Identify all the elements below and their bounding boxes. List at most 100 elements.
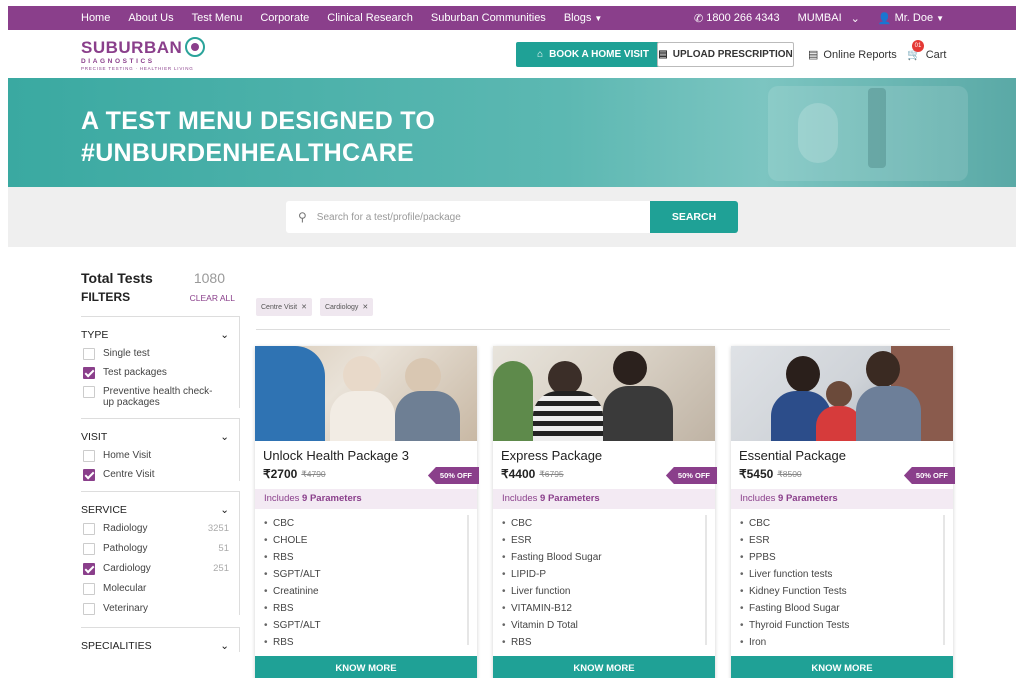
package-card[interactable]: Essential Package ₹5450 ₹8500 50% OFF In… [731, 346, 955, 678]
filter-visit-header[interactable]: VISIT ⌄ [81, 431, 229, 443]
parameter-list: CBC CHOLE RBS SGPT/ALT Creatinine RBS SG… [255, 509, 477, 651]
scrollbar[interactable] [705, 515, 707, 645]
filter-option-preventive[interactable]: Preventive health check-up packages [81, 386, 229, 408]
user-name: Mr. Doe [894, 12, 934, 24]
parameter-item: Liver function tests [740, 566, 943, 583]
phone-link[interactable]: ✆ 1800 266 4343 [694, 12, 780, 25]
filter-specialities-header[interactable]: SPECIALITIES ⌄ [81, 640, 229, 652]
filters-header: FILTERS CLEAR ALL [81, 290, 240, 304]
checkbox[interactable] [83, 603, 95, 615]
parameter-item: SGPT/ALT [264, 566, 467, 583]
package-title[interactable]: Essential Package [731, 441, 953, 463]
parameter-item: RBS [264, 549, 467, 566]
hero-microscope-shape [798, 103, 838, 163]
filter-option-test-packages[interactable]: Test packages [81, 367, 229, 379]
package-title[interactable]: Unlock Health Package 3 [255, 441, 477, 463]
clear-all-link[interactable]: CLEAR ALL [190, 293, 235, 304]
know-more-button[interactable]: KNOW MORE [255, 656, 477, 678]
know-more-button[interactable]: KNOW MORE [493, 656, 715, 678]
total-tests: Total Tests 1080 [81, 270, 240, 286]
nav-about-us[interactable]: About Us [128, 12, 173, 24]
package-card[interactable]: Unlock Health Package 3 ₹2700 ₹4790 50% … [255, 346, 479, 678]
checkbox-checked[interactable] [83, 367, 95, 379]
option-count: 51 [218, 543, 229, 554]
parameter-item: ESR [502, 532, 705, 549]
package-image [493, 346, 715, 441]
filter-option-radiology[interactable]: Radiology 3251 [81, 523, 229, 535]
chip-label: Centre Visit [261, 303, 298, 311]
phone-icon: ✆ [694, 12, 704, 25]
filter-option-veterinary[interactable]: Veterinary [81, 603, 229, 615]
checkbox[interactable] [83, 523, 95, 535]
filter-specialities-label: SPECIALITIES [81, 640, 152, 652]
chip-label: Cardiology [324, 303, 359, 311]
checkbox-checked[interactable] [83, 563, 95, 575]
parameter-item: Thyroid Function Tests [740, 617, 943, 634]
total-tests-label: Total Tests [81, 270, 153, 286]
parameter-list: CBC ESR PPBS Liver function tests Kidney… [731, 509, 953, 651]
city-selector[interactable]: MUMBAI ⌄ [798, 12, 860, 25]
original-price: ₹4790 [301, 468, 326, 479]
filter-option-home-visit[interactable]: Home Visit [81, 450, 229, 462]
filter-type-header[interactable]: TYPE ⌄ [81, 329, 229, 341]
parameter-item: Vitamin D Total [502, 617, 705, 634]
filter-option-centre-visit[interactable]: Centre Visit [81, 469, 229, 481]
checkbox[interactable] [83, 386, 95, 398]
filter-specialities: SPECIALITIES ⌄ [81, 627, 240, 652]
parameter-item: PPBS [740, 549, 943, 566]
package-card[interactable]: Express Package ₹4400 ₹6795 50% OFF Incl… [493, 346, 717, 678]
search-button[interactable]: SEARCH [650, 201, 738, 233]
chevron-down-icon: ⌄ [220, 504, 229, 516]
filter-type-label: TYPE [81, 329, 109, 341]
filter-option-pathology[interactable]: Pathology 51 [81, 543, 229, 555]
filter-option-single-test[interactable]: Single test [81, 348, 229, 360]
filter-option-molecular[interactable]: Molecular [81, 583, 229, 595]
upload-prescription-button[interactable]: ▤ UPLOAD PRESCRIPTION [657, 42, 794, 67]
user-menu[interactable]: 👤 Mr. Doe ▼ [878, 12, 944, 25]
book-home-visit-label: BOOK A HOME VISIT [549, 49, 649, 60]
nav-blogs[interactable]: Blogs ▼ [564, 12, 602, 24]
caret-down-icon: ▼ [594, 13, 603, 23]
scrollbar[interactable] [943, 515, 945, 645]
checkbox-checked[interactable] [83, 469, 95, 481]
active-filter-chips: Centre Visit ✕ Cardiology ✕ [256, 298, 374, 316]
cart-link[interactable]: 🛒 01 Cart [907, 40, 946, 61]
checkbox[interactable] [83, 348, 95, 360]
option-label: Home Visit [103, 450, 152, 461]
discount-badge: 50% OFF [427, 467, 479, 484]
nav-clinical-research[interactable]: Clinical Research [327, 12, 413, 24]
online-reports-link[interactable]: ▤ Online Reports [808, 48, 897, 62]
nav-suburban-communities[interactable]: Suburban Communities [431, 12, 546, 24]
filter-service: SERVICE ⌄ Radiology 3251 Pathology 51 Cardi… [81, 491, 240, 615]
chevron-down-icon: ⌄ [850, 12, 860, 25]
nav-home[interactable]: Home [81, 12, 110, 24]
hero-banner: A TEST MENU DESIGNED TO #UNBURDENHEALTHC… [8, 78, 1016, 187]
filter-service-header[interactable]: SERVICE ⌄ [81, 504, 229, 516]
search-input[interactable]: ⚲ Search for a test/profile/package [286, 201, 651, 233]
parameter-list: CBC ESR Fasting Blood Sugar LIPID-P Live… [493, 509, 715, 651]
current-price: ₹5450 [739, 467, 774, 481]
current-price: ₹2700 [263, 467, 298, 481]
upload-prescription-label: UPLOAD PRESCRIPTION [672, 49, 793, 60]
filter-option-cardiology[interactable]: Cardiology 251 [81, 563, 229, 575]
scrollbar[interactable] [467, 515, 469, 645]
checkbox[interactable] [83, 450, 95, 462]
option-label: Pathology [103, 543, 148, 554]
know-more-button[interactable]: KNOW MORE [731, 656, 953, 678]
parameter-item: SGPT/ALT [264, 617, 467, 634]
online-reports-label: Online Reports [823, 48, 897, 61]
parameter-item: CBC [264, 515, 467, 532]
option-count: 3251 [207, 523, 229, 534]
checkbox[interactable] [83, 583, 95, 595]
logo[interactable]: SUBURBAN DIAGNOSTICS PRECISE TESTING · H… [81, 37, 206, 72]
book-home-visit-button[interactable]: ⌂ BOOK A HOME VISIT [516, 42, 670, 67]
close-icon[interactable]: ✕ [301, 303, 307, 311]
nav-corporate[interactable]: Corporate [260, 12, 309, 24]
chevron-down-icon: ⌄ [220, 640, 229, 652]
close-icon[interactable]: ✕ [362, 303, 368, 311]
checkbox[interactable] [83, 543, 95, 555]
package-title[interactable]: Express Package [493, 441, 715, 463]
phone-number: 1800 266 4343 [706, 12, 780, 24]
includes-count: 9 Parameters [302, 493, 362, 504]
nav-test-menu[interactable]: Test Menu [192, 12, 243, 24]
